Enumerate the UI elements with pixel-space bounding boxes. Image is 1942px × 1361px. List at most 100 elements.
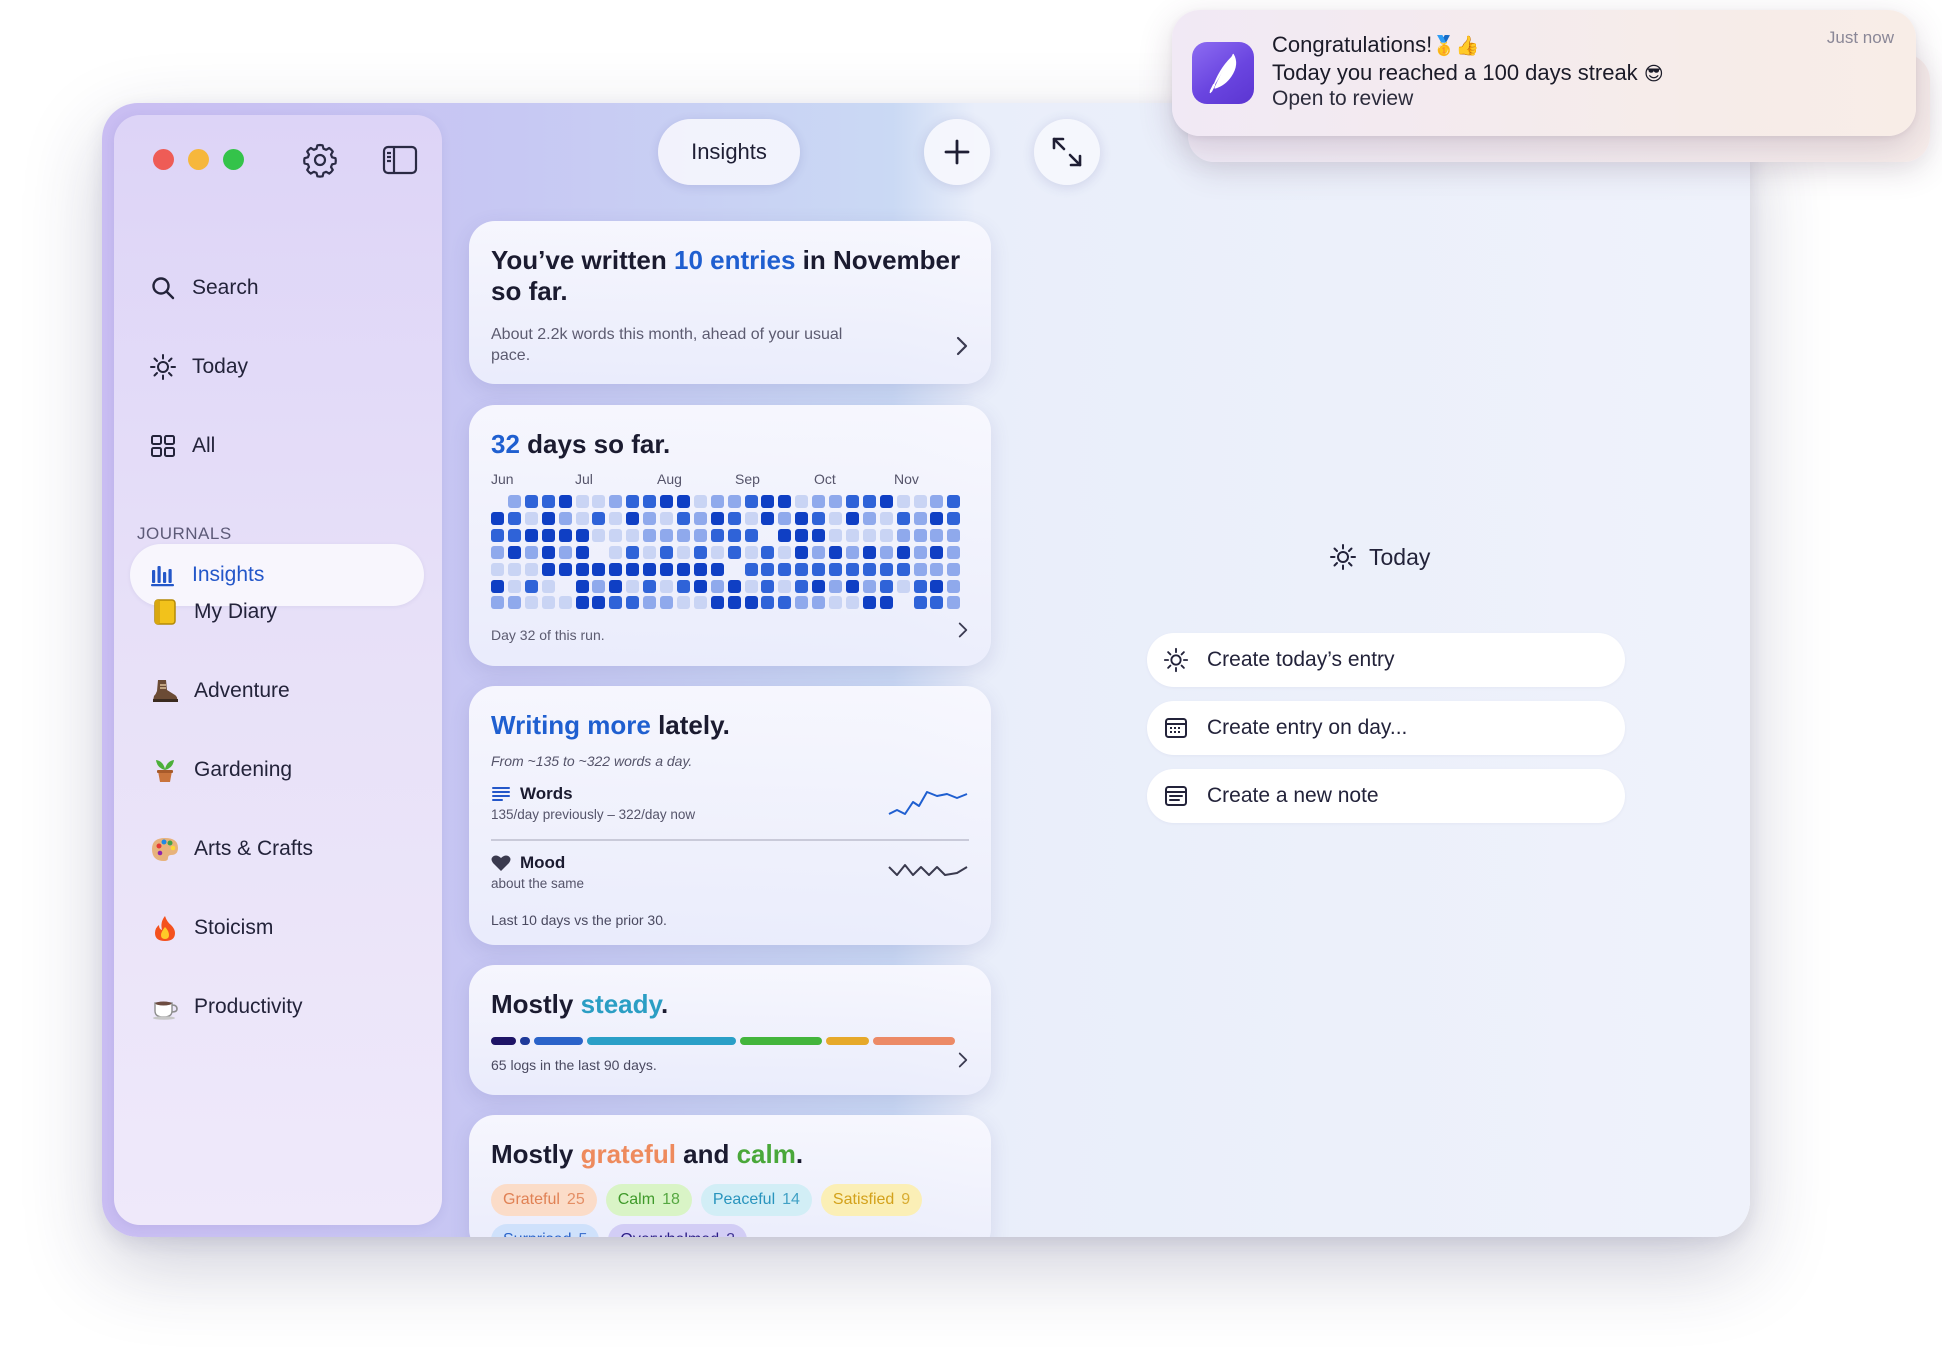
heatmap-cell <box>524 596 538 610</box>
heatmap-cell <box>795 579 809 593</box>
heatmap-cell <box>829 495 842 508</box>
mood-sparkline <box>888 864 968 876</box>
minimize-window-button[interactable] <box>188 149 209 170</box>
journal-arts-crafts[interactable]: Arts & Crafts <box>130 818 424 880</box>
heatmap-cell <box>727 511 741 525</box>
heatmap-cell <box>592 495 606 508</box>
heatmap-cell <box>541 545 555 559</box>
month-label: Aug <box>657 471 682 487</box>
heatmap-cell <box>676 596 690 610</box>
add-button[interactable] <box>924 119 990 185</box>
feeling-tag-count: 5 <box>578 1231 587 1237</box>
feeling-tag[interactable]: Grateful 25 <box>491 1184 597 1216</box>
journal-label: Gardening <box>194 758 293 781</box>
heatmap-cell <box>947 562 961 576</box>
heatmap-cell <box>507 562 521 576</box>
heatmap-cell <box>778 579 792 593</box>
mood-steady-card[interactable]: Mostly steady. 65 logs in the last 90 da… <box>469 965 991 1095</box>
heatmap-cell <box>626 579 640 593</box>
heatmap-cell <box>643 545 657 559</box>
entries-card[interactable]: You’ve written 10 entries in November so… <box>469 221 991 384</box>
heatmap-cell <box>558 528 572 542</box>
heatmap-cell <box>660 495 673 508</box>
heatmap-cell <box>626 562 640 576</box>
heatmap-cell <box>643 495 657 508</box>
chevron-right-icon[interactable] <box>955 335 969 357</box>
feeling-tag[interactable]: Satisfied 9 <box>820 1184 923 1216</box>
heatmap-cell <box>541 562 555 576</box>
close-window-button[interactable] <box>153 149 174 170</box>
heatmap-cell <box>829 511 842 525</box>
create-today-entry-button[interactable]: Create today’s entry <box>1147 633 1625 687</box>
heatmap-cell <box>862 528 876 542</box>
heatmap-cell <box>744 495 758 508</box>
heatmap-cell <box>795 528 809 542</box>
heatmap-cell <box>575 562 589 576</box>
heatmap-cell <box>761 596 775 610</box>
feeling-tag[interactable]: Calm 18 <box>605 1184 692 1216</box>
feelings-title-mid: and <box>675 1139 737 1169</box>
sidebar-toggle-icon[interactable] <box>381 141 419 179</box>
feelings-card[interactable]: Mostly grateful and calm. Grateful 25 Calm… <box>469 1115 991 1237</box>
nav-all[interactable]: All <box>130 415 424 477</box>
journal-gardening[interactable]: Gardening <box>130 739 424 801</box>
steady-card-title: Mostly steady. <box>491 989 969 1020</box>
heatmap-cell <box>558 545 572 559</box>
sun-icon <box>148 352 178 382</box>
heatmap-cell <box>761 579 775 593</box>
journal-label: Arts & Crafts <box>194 837 314 860</box>
heatmap-cell <box>812 562 826 576</box>
heatmap-cell <box>643 579 657 593</box>
feeling-tag[interactable]: Surprised 5 <box>491 1224 600 1237</box>
feelings-title-post: . <box>795 1139 804 1169</box>
heart-icon <box>491 855 511 871</box>
chevron-right-icon[interactable] <box>957 1051 969 1069</box>
create-today-entry-label: Create today’s entry <box>1207 648 1395 671</box>
heatmap-cell <box>609 528 623 542</box>
heatmap-cell <box>575 579 589 593</box>
heatmap-cell <box>558 562 572 576</box>
feeling-tag[interactable]: Peaceful 14 <box>700 1184 812 1216</box>
heatmap-cell <box>592 596 606 610</box>
chevron-right-icon[interactable] <box>957 621 969 639</box>
notification-banner[interactable]: Congratulations!🥇👍 Today you reached a 1… <box>1172 10 1916 136</box>
hiking-boot-icon <box>148 676 182 706</box>
heatmap-cell <box>491 562 504 576</box>
heatmap-cell <box>930 511 944 525</box>
heatmap-cell <box>693 545 707 559</box>
sun-icon <box>1330 544 1356 570</box>
zoom-window-button[interactable] <box>223 149 244 170</box>
heatmap-cell <box>795 495 809 508</box>
heatmap-cell <box>524 511 538 525</box>
heatmap-cell <box>676 511 690 525</box>
heatmap-cell <box>812 596 826 610</box>
journal-adventure[interactable]: Adventure <box>130 660 424 722</box>
gear-icon[interactable] <box>301 141 339 179</box>
heatmap-cell <box>710 528 724 542</box>
notification-title: Congratulations!🥇👍 <box>1272 32 1480 58</box>
writing-trend-card[interactable]: Writing more lately. From ~135 to ~322 w… <box>469 686 991 945</box>
heatmap-cell <box>575 495 589 508</box>
heatmap-cell <box>558 495 572 508</box>
heatmap-cell <box>845 528 859 542</box>
heatmap-cell <box>947 545 961 559</box>
heatmap-cell <box>507 545 521 559</box>
entries-card-title: You’ve written 10 entries in November so… <box>491 245 969 307</box>
nav-today-label: Today <box>192 355 249 378</box>
streak-card[interactable]: 32 days so far. Jun Jul Aug Sep Oct Nov Day 3… <box>469 405 991 666</box>
heatmap-cell <box>879 528 893 542</box>
create-entry-on-day-button[interactable]: Create entry on day... <box>1147 701 1625 755</box>
heatmap-cell <box>660 545 673 559</box>
heatmap-cell <box>778 511 792 525</box>
nav-today[interactable]: Today <box>130 336 424 398</box>
expand-button[interactable] <box>1034 119 1100 185</box>
journal-productivity[interactable]: Productivity <box>130 976 424 1038</box>
feeling-tag[interactable]: Overwhelmed 2 <box>608 1224 747 1237</box>
create-new-note-button[interactable]: Create a new note <box>1147 769 1625 823</box>
heatmap-cell <box>507 528 521 542</box>
heatmap-cell <box>676 528 690 542</box>
nav-search[interactable]: Search <box>130 257 424 319</box>
journal-stoicism[interactable]: Stoicism <box>130 897 424 959</box>
app-feather-icon <box>1192 42 1254 104</box>
journal-my-diary[interactable]: My Diary <box>130 581 424 643</box>
